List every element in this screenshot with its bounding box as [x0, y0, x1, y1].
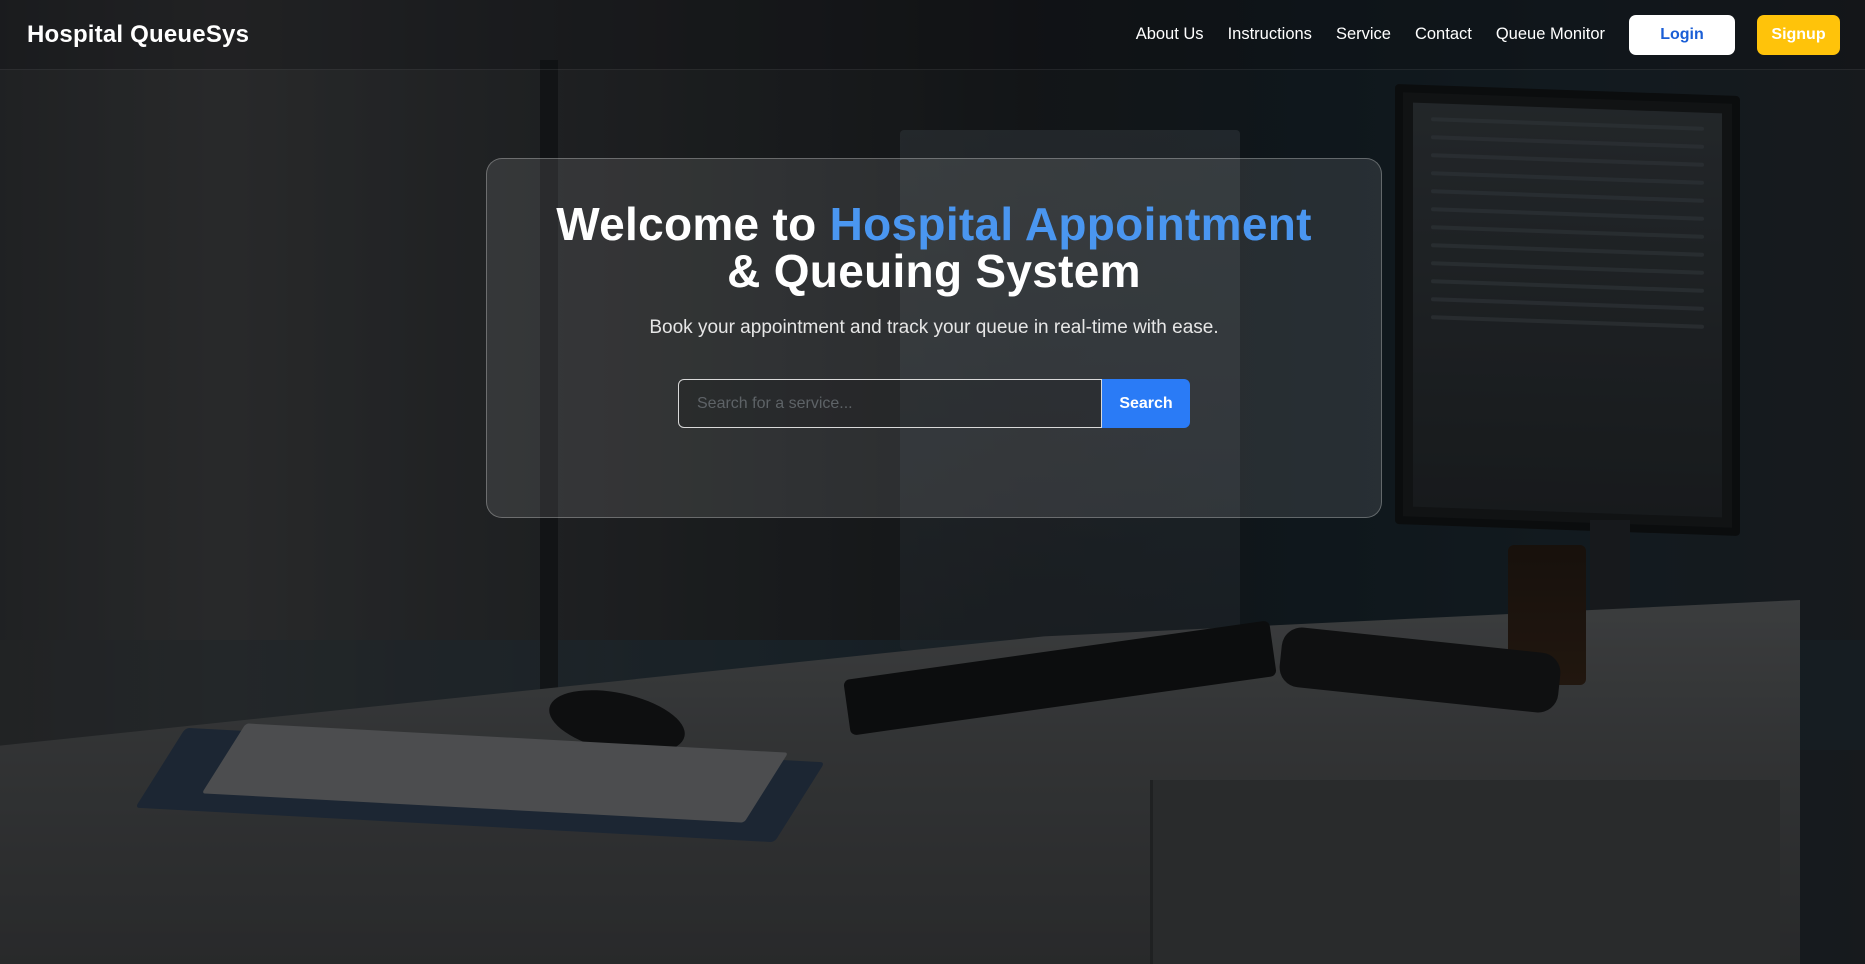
hero-card: Welcome to Hospital Appointment & Queuin…: [486, 158, 1382, 518]
hero-title: Welcome to Hospital Appointment & Queuin…: [487, 201, 1381, 295]
search-button[interactable]: Search: [1102, 379, 1190, 428]
top-navbar: Hospital QueueSys About Us Instructions …: [0, 0, 1865, 70]
nav-link-contact[interactable]: Contact: [1415, 25, 1472, 44]
search-bar: Search: [487, 379, 1381, 428]
nav-link-about-us[interactable]: About Us: [1136, 25, 1204, 44]
hero-title-suffix: & Queuing System: [727, 245, 1141, 297]
nav-links: About Us Instructions Service Contact Qu…: [1136, 14, 1840, 55]
signup-button[interactable]: Signup: [1757, 14, 1840, 55]
nav-link-service[interactable]: Service: [1336, 25, 1391, 44]
hero-title-prefix: Welcome to: [556, 198, 830, 250]
hero-title-accent: Hospital Appointment: [829, 198, 1312, 250]
nav-link-queue-monitor[interactable]: Queue Monitor: [1496, 25, 1605, 44]
nav-link-instructions[interactable]: Instructions: [1228, 25, 1312, 44]
service-search-input[interactable]: [678, 379, 1102, 428]
brand-logo-text[interactable]: Hospital QueueSys: [27, 21, 249, 49]
hero-subtitle: Book your appointment and track your que…: [649, 317, 1219, 338]
login-button[interactable]: Login: [1629, 14, 1735, 55]
